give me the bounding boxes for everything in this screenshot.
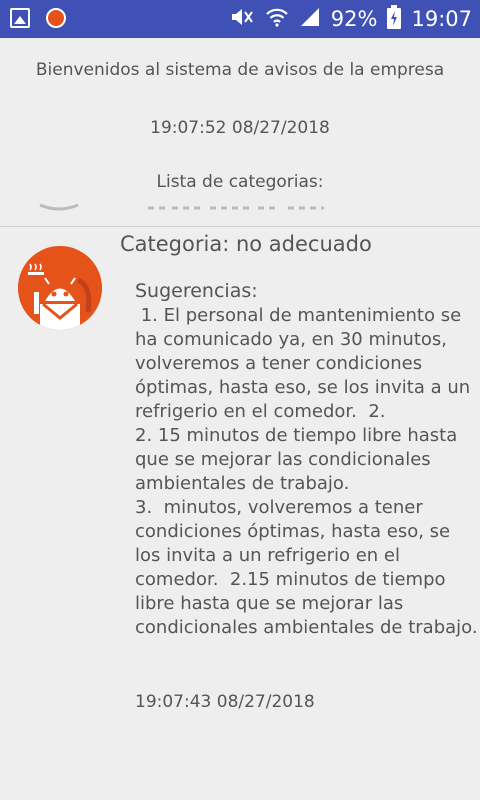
suggestions-body: 1. El personal de mantenimiento se ha co… bbox=[135, 305, 478, 638]
scrolled-text-sliver bbox=[148, 198, 328, 212]
list-divider bbox=[0, 226, 480, 227]
scrolled-avatar-sliver bbox=[38, 198, 80, 212]
battery-charging-icon bbox=[387, 4, 402, 34]
status-bar: 92% 19:07 bbox=[0, 0, 480, 38]
signal-icon bbox=[299, 6, 321, 33]
wifi-icon bbox=[265, 6, 289, 33]
header-timestamp: 19:07:52 08/27/2018 bbox=[150, 118, 330, 138]
list-title: Lista de categorias: bbox=[156, 172, 324, 192]
mute-icon bbox=[229, 6, 255, 33]
gallery-icon bbox=[10, 8, 30, 28]
category-avatar-icon bbox=[18, 246, 102, 330]
welcome-text: Bienvenidos al sistema de avisos de la e… bbox=[35, 60, 445, 80]
app-notification-icon bbox=[46, 8, 66, 28]
suggestions-title: Sugerencias: bbox=[135, 280, 258, 302]
item-timestamp: 19:07:43 08/27/2018 bbox=[135, 692, 315, 712]
battery-percent: 92% bbox=[330, 7, 378, 31]
category-title: Categoria: no adecuado bbox=[120, 232, 372, 256]
clock: 19:07 bbox=[411, 7, 472, 31]
